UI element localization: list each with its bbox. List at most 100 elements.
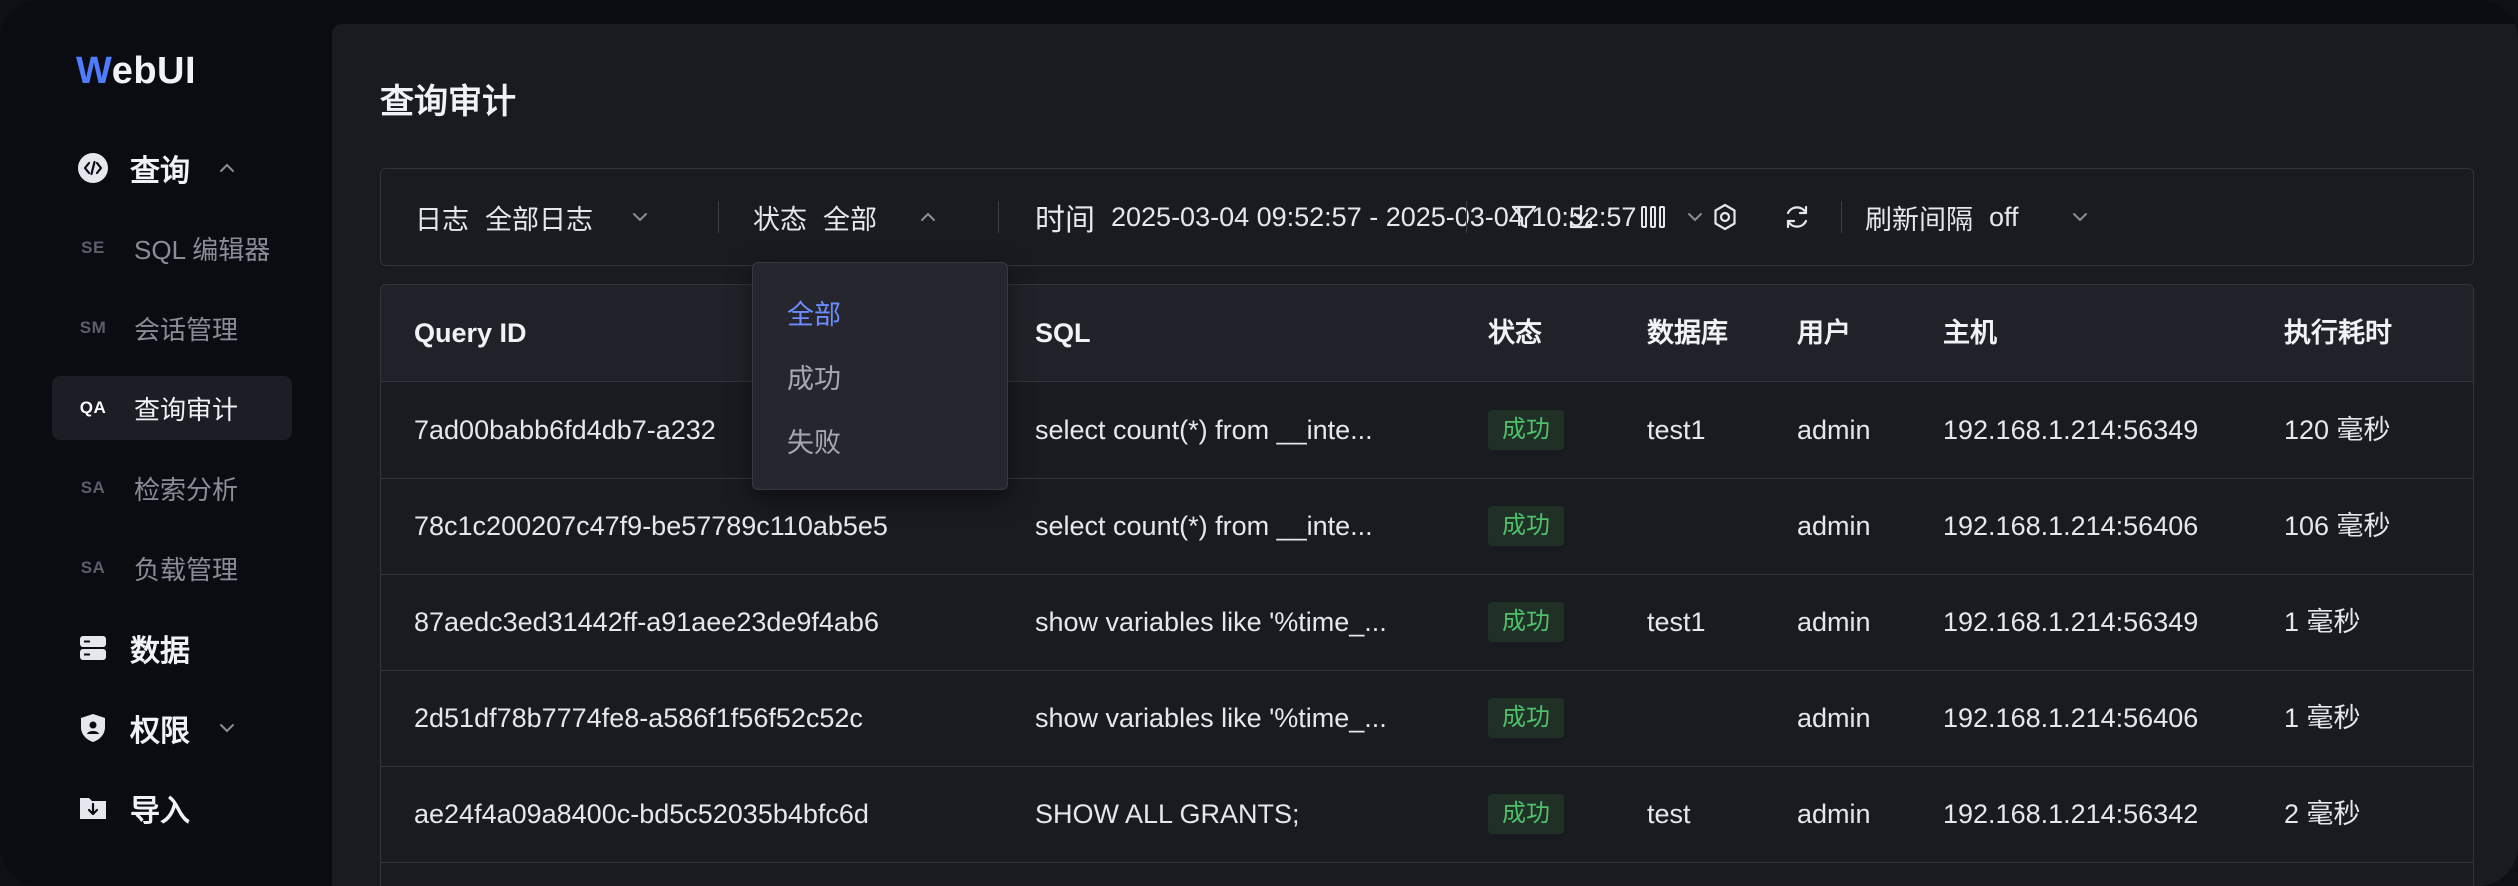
nav-group-import[interactable]: 导入 — [76, 778, 190, 838]
nav-group-label: 数据 — [130, 635, 190, 668]
chevron-down-icon — [629, 206, 651, 228]
status-badge: 成功 — [1488, 506, 1564, 546]
cell-host: 192.168.1.214:56406 — [1943, 703, 2199, 733]
table-row[interactable]: 7ad00babb6fd4db7-a232 select count(*) fr… — [381, 382, 2473, 479]
dropdown-option-all[interactable]: 全部 — [787, 293, 841, 332]
app-window: WebUI 查询 SE SQL 编辑器 SM 会话管理 QA 查询审计 SA 检… — [0, 0, 2518, 886]
refresh-interval-value: off — [1989, 201, 2019, 232]
import-folder-icon — [76, 791, 110, 825]
chevron-up-icon — [917, 206, 939, 228]
cell-query-id[interactable]: 2d51df78b7774fe8-a586f1f56f52c52c — [414, 670, 863, 766]
status-badge: 成功 — [1488, 794, 1564, 834]
cell-user: admin — [1797, 607, 1871, 637]
table-header: Query ID SQL 状态 数据库 用户 主机 执行耗时 — [381, 285, 2473, 382]
cell-host: 192.168.1.214:56349 — [1943, 415, 2199, 445]
sidebar-item-sql-editor[interactable]: SE SQL 编辑器 — [52, 216, 292, 280]
divider — [998, 201, 999, 233]
status-dropdown-menu: 全部 成功 失败 — [752, 262, 1008, 490]
table-row[interactable]: 78c1c200207c47f9-be57789c110ab5e5 select… — [381, 478, 2473, 575]
cell-sql: show variables like '%time_... — [1035, 703, 1387, 733]
chevron-down-icon — [1684, 206, 1706, 228]
cell-query-id[interactable]: 78c1c200207c47f9-be57789c110ab5e5 — [414, 478, 888, 574]
dropdown-option-success[interactable]: 成功 — [787, 357, 841, 396]
table-row[interactable]: ae24f4a09a8400c-bd5c52035b4bfc6d SHOW AL… — [381, 766, 2473, 863]
download-icon[interactable] — [1565, 201, 1597, 233]
cell-sql: select count(*) from __inte... — [1035, 415, 1373, 445]
query-audit-table: Query ID SQL 状态 数据库 用户 主机 执行耗时 7ad00babb… — [380, 284, 2474, 886]
nav-group-query[interactable]: 查询 — [76, 138, 240, 198]
sidebar-item-workload-management[interactable]: SA 负载管理 — [52, 536, 292, 600]
nav-group-permissions[interactable]: 权限 — [76, 698, 240, 758]
refresh-interval-label: 刷新间隔 — [1865, 204, 1973, 235]
cell-user: admin — [1797, 511, 1871, 541]
sidebar-item-query-audit[interactable]: QA 查询审计 — [52, 376, 292, 440]
status-badge: 成功 — [1488, 602, 1564, 642]
log-filter-value: 全部日志 — [485, 204, 593, 235]
time-filter-value: 2025-03-04 09:52:57 - 2025-03-04 10:52:5… — [1111, 201, 1637, 232]
chevron-down-icon — [214, 715, 240, 741]
table-row[interactable]: 87aedc3ed31442ff-a91aee23de9f4ab6 show v… — [381, 574, 2473, 671]
nav-item-label: 负载管理 — [134, 554, 239, 585]
cell-host: 192.168.1.214:56406 — [1943, 511, 2199, 541]
nav-item-label: 查询审计 — [134, 394, 239, 425]
code-icon — [76, 151, 110, 185]
cell-database: test — [1647, 799, 1691, 829]
database-icon — [76, 631, 110, 665]
nav-group-label: 查询 — [130, 155, 190, 188]
cell-user: admin — [1797, 415, 1871, 445]
nav-item-abbr: SA — [80, 558, 106, 577]
column-header-query-id[interactable]: Query ID — [414, 285, 527, 381]
cell-duration: 2 毫秒 — [2284, 799, 2361, 829]
table-row[interactable]: 2d51df78b7774fe8-a586f1f56f52c52c show v… — [381, 670, 2473, 767]
nav-group-label: 导入 — [130, 795, 190, 828]
chevron-up-icon — [214, 155, 240, 181]
sidebar-item-session-management[interactable]: SM 会话管理 — [52, 296, 292, 360]
column-header-database[interactable]: 数据库 — [1647, 285, 1728, 381]
chevron-down-icon — [2069, 206, 2091, 228]
nav-item-label: 会话管理 — [134, 314, 239, 345]
cell-user: admin — [1797, 703, 1871, 733]
nav-group-data[interactable]: 数据 — [76, 618, 190, 678]
cell-duration: 1 毫秒 — [2284, 703, 2361, 733]
cell-duration: 106 毫秒 — [2284, 511, 2391, 541]
nav-item-abbr: SM — [79, 318, 107, 337]
cell-database: test1 — [1647, 415, 1706, 445]
logo: WebUI — [76, 50, 197, 92]
filter-icon[interactable] — [1508, 201, 1540, 233]
time-range-picker[interactable]: 时间 2025-03-04 09:52:57 - 2025-03-04 10:5… — [1035, 169, 1706, 265]
nav-item-abbr: SA — [80, 478, 106, 497]
column-header-sql[interactable]: SQL — [1035, 285, 1091, 381]
cell-duration: 120 毫秒 — [2284, 415, 2391, 445]
column-header-duration[interactable]: 执行耗时 — [2284, 285, 2392, 381]
filter-toolbar: 日志 全部日志 状态 全部 时间 2025-03-04 09:52:57 - 2… — [380, 168, 2474, 266]
divider — [1466, 201, 1467, 233]
nav-group-label: 权限 — [130, 715, 190, 748]
column-header-status[interactable]: 状态 — [1488, 285, 1542, 381]
cell-duration: 1 毫秒 — [2284, 607, 2361, 637]
nav-item-abbr: QA — [79, 398, 107, 417]
cell-host: 192.168.1.214:56349 — [1943, 607, 2199, 637]
refresh-icon[interactable] — [1781, 201, 1813, 233]
status-badge: 成功 — [1488, 410, 1564, 450]
status-badge: 成功 — [1488, 698, 1564, 738]
cell-query-id[interactable]: ae24f4a09a8400c-bd5c52035b4bfc6d — [414, 766, 869, 862]
log-filter-select[interactable]: 日志 全部日志 — [415, 169, 651, 265]
status-filter-select[interactable]: 状态 全部 — [753, 169, 939, 265]
sidebar-item-search-analysis[interactable]: SA 检索分析 — [52, 456, 292, 520]
dropdown-option-failed[interactable]: 失败 — [787, 421, 841, 460]
column-header-user[interactable]: 用户 — [1797, 285, 1851, 381]
cell-query-id[interactable]: 7ad00babb6fd4db7-a232 — [414, 382, 716, 478]
nav-item-abbr: SE — [81, 238, 105, 257]
log-filter-label: 日志 — [415, 204, 469, 235]
refresh-interval-select[interactable]: 刷新间隔 off — [1865, 169, 2091, 265]
cell-query-id[interactable]: 87aedc3ed31442ff-a91aee23de9f4ab6 — [414, 574, 879, 670]
gear-icon[interactable] — [1709, 201, 1741, 233]
cell-host: 192.168.1.214:56342 — [1943, 799, 2199, 829]
status-filter-value: 全部 — [823, 204, 877, 235]
column-header-host[interactable]: 主机 — [1943, 285, 1997, 381]
main-content: 查询审计 日志 全部日志 状态 全部 时间 2025-03-04 09:52:5… — [332, 24, 2518, 886]
cell-sql: select count(*) from __inte... — [1035, 511, 1373, 541]
cell-sql: SHOW ALL GRANTS; — [1035, 799, 1300, 829]
shield-icon — [76, 711, 110, 745]
columns-icon[interactable] — [1637, 201, 1669, 233]
